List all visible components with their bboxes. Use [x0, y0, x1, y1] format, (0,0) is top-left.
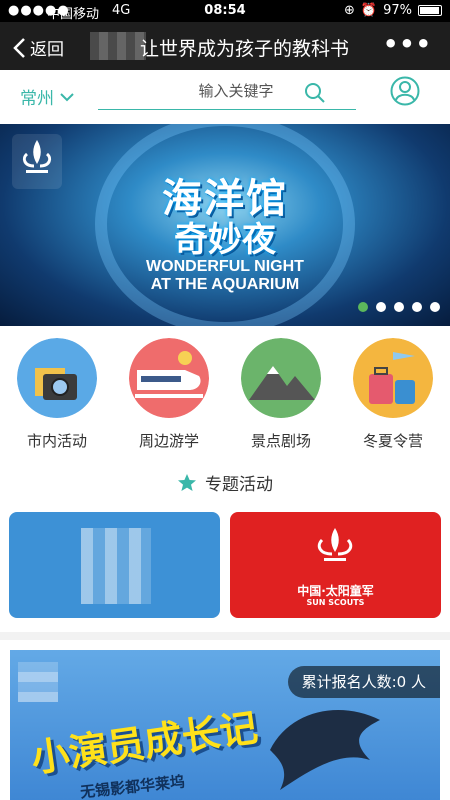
category-summer-winter-camp[interactable]: 冬夏令营 — [353, 338, 433, 451]
city-label: 常州 — [20, 89, 54, 109]
category-label: 周边游学 — [138, 432, 199, 450]
suitcase-icon — [353, 338, 433, 418]
search-icon[interactable] — [304, 82, 326, 104]
dragon-illustration — [270, 710, 380, 790]
blurred-logo — [18, 662, 58, 702]
card-brand-en: SUN SCOUTS — [306, 598, 365, 607]
banner-subtitle-line1: WONDERFUL NIGHT — [146, 258, 304, 275]
section-header: 专题活动 — [0, 454, 450, 506]
back-label: 返回 — [30, 40, 64, 60]
more-menu-button[interactable]: ••• — [383, 30, 432, 58]
city-selector[interactable]: 常州 — [20, 84, 74, 109]
section-title: 专题活动 — [205, 475, 273, 495]
blurred-logo — [81, 528, 151, 604]
chevron-down-icon — [60, 92, 74, 101]
alarm-icon: ⏰ — [360, 3, 378, 18]
poster-headline: 小演员成长记 — [28, 705, 261, 781]
status-bar: ●●●●● 中国移动 4G 08:54 ⊕ ⏰ 97% — [0, 0, 450, 22]
card-brand-cn: 中国·太阳童军 — [297, 584, 374, 598]
carousel-dot[interactable] — [376, 302, 386, 312]
banner-subtitle-line2: AT THE AQUARIUM — [150, 276, 300, 293]
activity-poster[interactable]: 累计报名人数:0 人 小演员成长记 无锡影都华莱坞 — [0, 640, 450, 800]
star-icon — [178, 473, 196, 491]
category-city-activities[interactable]: 市内活动 — [17, 338, 97, 451]
camera-icon — [17, 338, 97, 418]
divider — [0, 632, 450, 640]
battery-percent: 97% — [383, 3, 412, 18]
carousel-dot[interactable] — [358, 302, 368, 312]
carousel-dot[interactable] — [412, 302, 422, 312]
category-label: 冬夏令营 — [362, 432, 423, 450]
banner-title-line2: 奇妙夜 — [174, 220, 276, 260]
feature-cards: 中国·太阳童军 SUN SCOUTS — [0, 506, 450, 632]
user-avatar-icon[interactable] — [390, 76, 420, 106]
search-box — [98, 76, 356, 110]
feature-card-sun-scouts[interactable]: 中国·太阳童军 SUN SCOUTS — [230, 512, 441, 618]
carousel-dot[interactable] — [394, 302, 404, 312]
status-right: ⊕ ⏰ 97% — [344, 3, 442, 18]
battery-icon — [418, 5, 442, 16]
category-scenic-theater[interactable]: 景点剧场 — [241, 338, 321, 451]
carousel-dot[interactable] — [430, 302, 440, 312]
blurred-region — [90, 32, 146, 60]
poster-subtitle: 无锡影都华莱坞 — [79, 772, 186, 800]
feature-card-blue[interactable] — [9, 512, 220, 618]
search-bar: 常州 — [0, 70, 450, 124]
scout-emblem-icon — [317, 528, 353, 561]
lock-rotation-icon: ⊕ — [344, 3, 355, 18]
nav-bar: 返回 让世界成为孩子的教科书 ••• — [0, 22, 450, 70]
chevron-left-icon — [13, 37, 25, 58]
carousel-indicator — [358, 302, 440, 312]
banner-carousel[interactable]: 海洋馆 奇妙夜 WONDERFUL NIGHT AT THE AQUARIUM — [0, 124, 450, 326]
train-icon — [129, 338, 209, 418]
page-title: 让世界成为孩子的教科书 — [140, 38, 350, 60]
back-button[interactable]: 返回 — [12, 35, 64, 60]
mountain-icon — [241, 338, 321, 418]
category-nearby-study[interactable]: 周边游学 — [129, 338, 209, 451]
poster-image: 累计报名人数:0 人 小演员成长记 无锡影都华莱坞 — [10, 650, 440, 800]
category-label: 景点剧场 — [250, 432, 311, 450]
category-grid: 市内活动 周边游学 景点剧场 冬夏令营 — [0, 326, 450, 454]
category-label: 市内活动 — [26, 432, 87, 450]
